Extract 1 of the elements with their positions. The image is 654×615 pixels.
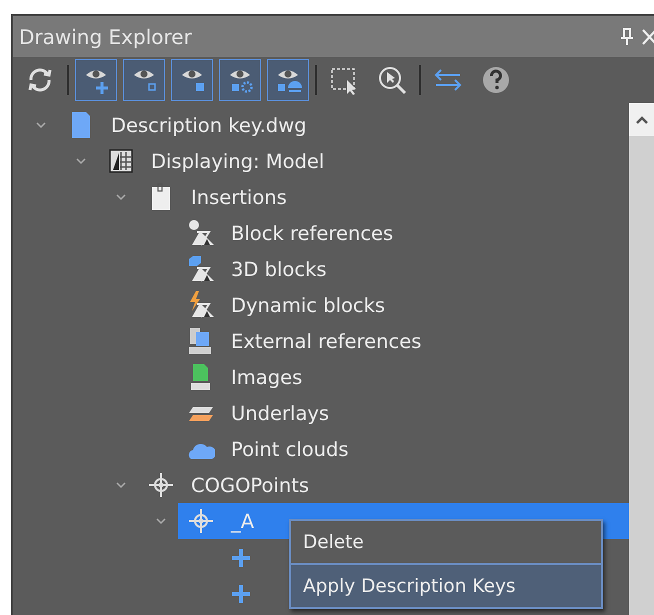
panel-title: Drawing Explorer	[19, 24, 193, 48]
